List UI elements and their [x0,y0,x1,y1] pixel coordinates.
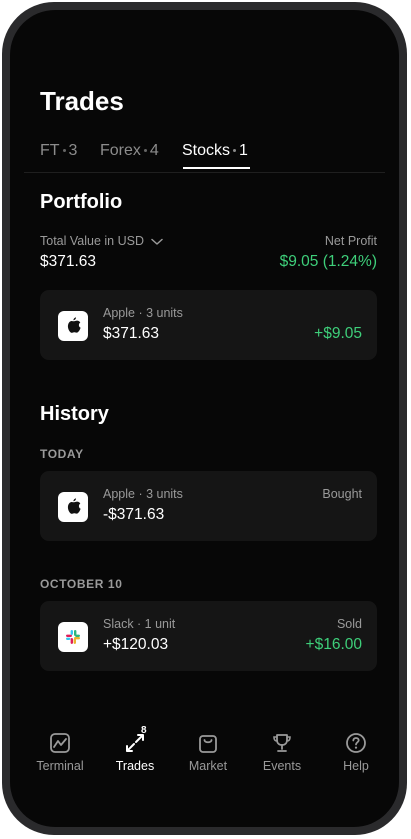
nav-trades[interactable]: 8 Trades [100,722,170,773]
holding-profit: +$9.05 [314,325,362,342]
history-item-amount: -$371.63 [103,506,165,523]
nav-terminal-label: Terminal [36,759,84,773]
history-item-name: Slack · 1 unit [103,617,176,631]
net-profit-label: Net Profit [324,234,377,248]
tab-ft-count: 3 [68,142,78,159]
history-item-status: Sold [336,617,362,631]
history-item-change: +$16.00 [305,636,362,653]
tab-stocks-label: Stocks [182,142,231,159]
slack-logo-icon [58,622,88,652]
nav-events[interactable]: Events [247,722,317,773]
holding-name: Apple · 3 units [103,306,183,320]
holding-card-apple[interactable]: Apple · 3 units $371.63 +$9.05 [40,290,377,360]
shopping-bag-icon [199,735,217,753]
tab-ft-label: FT [40,142,60,159]
history-date-today: TODAY [40,447,84,461]
app-screen: Trades FT 3 Forex 4 Stocks 1 Portfolio Tota… [10,10,399,827]
nav-market-label: Market [188,759,228,773]
phone-frame: Trades FT 3 Forex 4 Stocks 1 Portfolio Tota… [2,2,407,835]
tab-forex-count: 4 [149,142,159,159]
history-item-status: Bought [322,487,362,501]
tab-stocks-count: 1 [239,142,248,159]
tab-stocks[interactable]: Stocks 1 [182,142,248,160]
total-value-label: Total Value in USD [40,234,144,248]
chart-icon [50,733,70,753]
trophy-icon [273,734,291,752]
active-tab-indicator [183,167,250,169]
total-value: $371.63 [40,253,97,270]
apple-logo-icon [58,492,88,522]
history-date-oct10: OCTOBER 10 [40,577,123,591]
bottom-nav: Terminal 8 Trades Market Events Help [10,722,399,792]
history-heading: History [40,403,109,425]
history-item-amount: +$120.03 [103,636,169,653]
asset-tabs: FT 3 Forex 4 Stocks 1 [24,140,385,173]
net-profit-value: $9.05 (1.24%) [279,253,377,270]
page-title: Trades [40,86,124,116]
tab-forex-label: Forex [100,142,141,159]
nav-help-label: Help [343,759,369,773]
holding-amount: $371.63 [103,325,160,342]
history-item-apple[interactable]: Apple · 3 units -$371.63 Bought [40,471,377,541]
nav-terminal[interactable]: Terminal [25,722,95,773]
tab-forex[interactable]: Forex 4 [100,142,159,160]
help-circle-icon [346,733,366,753]
chevron-down-icon [151,238,164,245]
nav-help[interactable]: Help [321,722,391,773]
total-value-selector[interactable]: Total Value in USD [40,234,164,248]
trades-badge: 8 [141,725,147,736]
portfolio-heading: Portfolio [40,191,123,213]
history-item-slack[interactable]: Slack · 1 unit +$120.03 Sold +$16.00 [40,601,377,671]
nav-trades-label: Trades [115,759,155,773]
history-item-name: Apple · 3 units [103,487,183,501]
nav-market[interactable]: Market [173,722,243,773]
nav-events-label: Events [262,759,302,773]
tab-ft[interactable]: FT 3 [40,142,77,160]
apple-logo-icon [58,311,88,341]
